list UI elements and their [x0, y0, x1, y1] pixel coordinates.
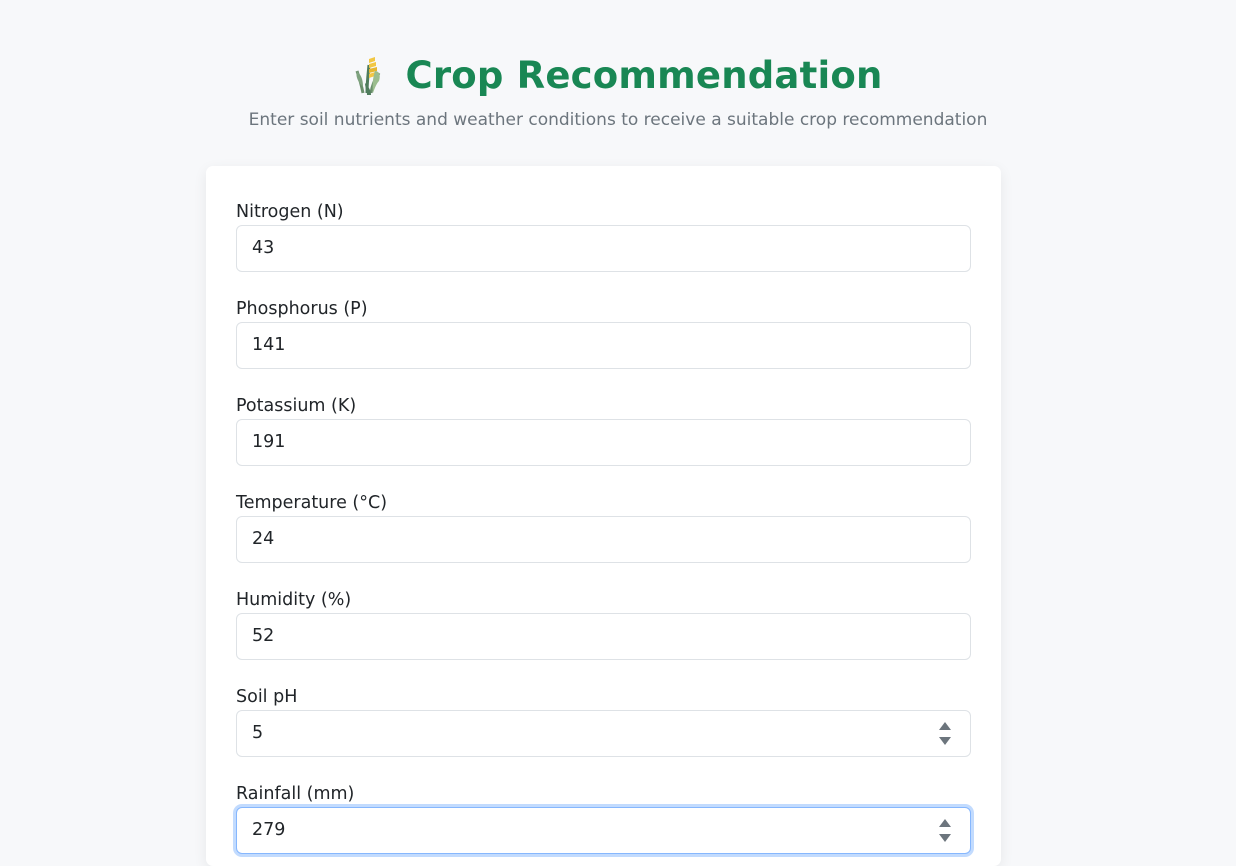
- soil-ph-input[interactable]: 5: [236, 710, 971, 757]
- humidity-input[interactable]: 52: [236, 613, 971, 660]
- spin-down-icon[interactable]: [939, 737, 951, 745]
- sheaf-of-rice-icon: [353, 53, 385, 97]
- rainfall-value: 279: [252, 820, 286, 840]
- potassium-field-group: Potassium (K) 191: [236, 393, 971, 466]
- rainfall-label: Rainfall (mm): [236, 784, 355, 804]
- phosphorus-value: 141: [252, 335, 286, 355]
- spin-up-icon[interactable]: [939, 722, 951, 730]
- spin-up-icon[interactable]: [939, 819, 951, 827]
- page-title: Crop Recommendation: [405, 53, 883, 97]
- spin-down-icon[interactable]: [939, 834, 951, 842]
- soil-ph-label: Soil pH: [236, 687, 298, 707]
- rainfall-spinner[interactable]: [939, 819, 951, 843]
- nitrogen-field-group: Nitrogen (N) 43: [236, 199, 971, 272]
- phosphorus-label: Phosphorus (P): [236, 299, 368, 319]
- soil-ph-value: 5: [252, 723, 264, 743]
- nitrogen-input[interactable]: 43: [236, 225, 971, 272]
- temperature-field-group: Temperature (°C) 24: [236, 490, 971, 563]
- rainfall-field-group: Rainfall (mm) 279: [236, 781, 971, 854]
- nitrogen-label: Nitrogen (N): [236, 202, 344, 222]
- temperature-label: Temperature (°C): [236, 493, 388, 513]
- humidity-label: Humidity (%): [236, 590, 352, 610]
- rainfall-input[interactable]: 279: [236, 807, 971, 854]
- potassium-label: Potassium (K): [236, 396, 357, 416]
- humidity-field-group: Humidity (%) 52: [236, 587, 971, 660]
- phosphorus-input[interactable]: 141: [236, 322, 971, 369]
- page-header: Crop Recommendation: [0, 50, 1236, 100]
- phosphorus-field-group: Phosphorus (P) 141: [236, 296, 971, 369]
- nitrogen-value: 43: [252, 238, 275, 258]
- temperature-input[interactable]: 24: [236, 516, 971, 563]
- soil-ph-field-group: Soil pH 5: [236, 684, 971, 757]
- potassium-input[interactable]: 191: [236, 419, 971, 466]
- temperature-value: 24: [252, 529, 275, 549]
- soil-ph-spinner[interactable]: [939, 722, 951, 746]
- recommendation-form-card: Nitrogen (N) 43 Phosphorus (P) 141 Potas…: [206, 166, 1001, 866]
- page-subtitle: Enter soil nutrients and weather conditi…: [248, 110, 988, 130]
- humidity-value: 52: [252, 626, 275, 646]
- potassium-value: 191: [252, 432, 286, 452]
